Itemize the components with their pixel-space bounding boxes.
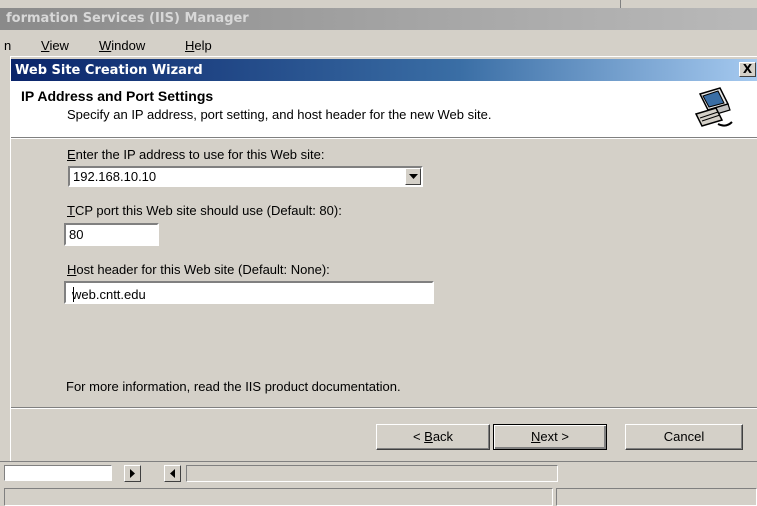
background-tree-edge: [0, 56, 10, 456]
arrow-left-icon: [170, 469, 175, 478]
host-header-input[interactable]: web.cntt.edu: [64, 281, 434, 304]
host-header-label: Host header for this Web site (Default: …: [67, 262, 330, 277]
text-caret: [73, 287, 74, 302]
cancel-button[interactable]: Cancel: [625, 424, 743, 450]
close-icon: X: [742, 62, 753, 76]
ip-address-combo[interactable]: 192.168.10.10: [68, 166, 423, 187]
tcp-port-label: TCP port this Web site should use (Defau…: [67, 203, 342, 218]
header-separator: [11, 138, 757, 139]
close-button[interactable]: X: [739, 62, 756, 77]
scroll-right-button[interactable]: [124, 465, 141, 482]
scroll-left-button[interactable]: [164, 465, 181, 482]
ip-address-value: 192.168.10.10: [73, 169, 157, 184]
menu-item-view[interactable]: View: [41, 38, 69, 53]
horizontal-scroll-track[interactable]: [186, 465, 558, 482]
left-pane-scrollbar[interactable]: [4, 465, 112, 481]
menu-item-help[interactable]: Help: [185, 38, 212, 53]
footer-separator-highlight: [11, 408, 757, 409]
dialog-title: Web Site Creation Wizard: [15, 63, 203, 78]
background-menubar: n View Window Help: [0, 32, 757, 56]
page-subtitle: Specify an IP address, port setting, and…: [67, 107, 492, 122]
back-button[interactable]: < Back: [376, 424, 490, 450]
tcp-port-value: 80: [69, 227, 84, 242]
menu-item-partial[interactable]: n: [4, 38, 11, 53]
top-divider: [620, 0, 621, 8]
dropdown-button[interactable]: [405, 168, 421, 185]
web-site-creation-wizard: Web Site Creation Wizard X IP Address an…: [10, 56, 757, 461]
next-button[interactable]: Next >: [493, 424, 607, 450]
wizard-computer-icon: [688, 86, 736, 132]
info-text: For more information, read the IIS produ…: [66, 379, 401, 394]
ip-address-label: Enter the IP address to use for this Web…: [67, 147, 325, 162]
tcp-port-input[interactable]: 80: [64, 223, 159, 246]
menu-item-window[interactable]: Window: [99, 38, 145, 53]
chevron-down-icon: [409, 174, 418, 179]
dialog-titlebar: Web Site Creation Wizard X: [11, 59, 757, 81]
background-window-title: formation Services (IIS) Manager: [6, 11, 249, 26]
arrow-right-icon: [130, 469, 135, 478]
status-bar-right: [556, 488, 757, 506]
wizard-header-panel: IP Address and Port Settings Specify an …: [11, 81, 757, 138]
background-window-titlebar: formation Services (IIS) Manager: [0, 0, 757, 30]
status-bar-left: [4, 488, 553, 506]
page-title: IP Address and Port Settings: [21, 88, 214, 104]
